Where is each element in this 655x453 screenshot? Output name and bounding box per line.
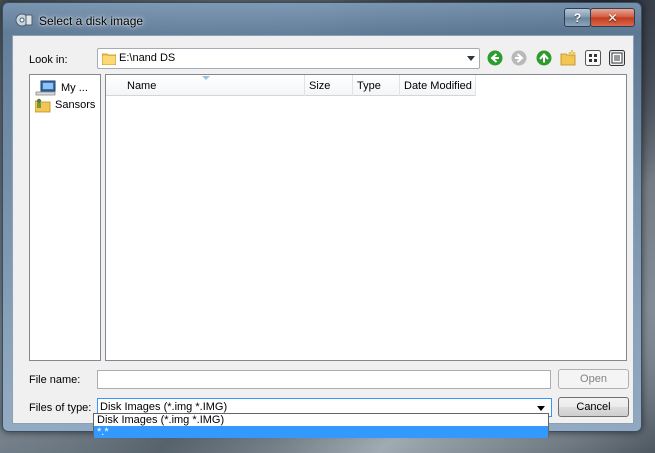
look-in-combobox[interactable]: E:\nand DS bbox=[97, 48, 480, 69]
list-view-icon[interactable] bbox=[585, 50, 601, 66]
column-label: Date Modified bbox=[404, 79, 472, 92]
sidebar-item-label: My ... bbox=[61, 82, 88, 94]
back-icon[interactable] bbox=[487, 50, 503, 66]
close-button[interactable]: ✕ bbox=[590, 8, 635, 27]
help-button[interactable]: ? bbox=[564, 8, 591, 27]
up-folder-icon[interactable] bbox=[536, 50, 552, 66]
sidebar-item-my-computer[interactable]: My ... bbox=[35, 80, 88, 96]
column-header-type[interactable]: Type bbox=[353, 75, 400, 96]
chevron-down-icon[interactable] bbox=[467, 56, 475, 61]
file-list[interactable]: Name Size Type Date Modified bbox=[105, 74, 627, 361]
file-name-label: File name: bbox=[29, 374, 81, 386]
column-label: Type bbox=[357, 79, 381, 92]
select-disk-image-dialog: Select a disk image ? ✕ Look in: E:\nand… bbox=[2, 2, 642, 432]
column-header-size[interactable]: Size bbox=[305, 75, 353, 96]
dropdown-option-all-files[interactable]: *.* bbox=[94, 426, 548, 438]
places-sidebar: My ... Sansors bbox=[29, 74, 101, 361]
look-in-label: Look in: bbox=[29, 54, 68, 66]
new-folder-icon[interactable] bbox=[560, 50, 576, 66]
column-header-name[interactable]: Name bbox=[106, 75, 305, 96]
look-in-value: E:\nand DS bbox=[119, 52, 176, 64]
files-of-type-label: Files of type: bbox=[29, 402, 92, 414]
column-header-date-modified[interactable]: Date Modified bbox=[400, 75, 476, 96]
detail-view-icon[interactable] bbox=[609, 50, 625, 66]
sort-indicator-icon bbox=[202, 76, 210, 80]
window-title: Select a disk image bbox=[39, 14, 144, 28]
files-of-type-value: Disk Images (*.img *.IMG) bbox=[100, 401, 228, 413]
sidebar-item-sansors[interactable]: Sansors bbox=[35, 97, 95, 113]
open-button[interactable]: Open bbox=[558, 369, 629, 389]
cancel-button[interactable]: Cancel bbox=[558, 397, 629, 417]
computer-icon bbox=[35, 80, 56, 96]
file-name-input[interactable] bbox=[97, 370, 551, 389]
column-label: Name bbox=[127, 79, 157, 92]
file-list-header: Name Size Type Date Modified bbox=[106, 75, 476, 96]
files-of-type-dropdown-list: Disk Images (*.img *.IMG) *.* bbox=[93, 413, 549, 438]
sidebar-item-label: Sansors bbox=[55, 99, 96, 111]
dropdown-option-disk-images[interactable]: Disk Images (*.img *.IMG) bbox=[94, 414, 548, 426]
dialog-body: Look in: E:\nand DS My ... Sansors Name … bbox=[12, 35, 634, 424]
column-label: Size bbox=[309, 79, 331, 92]
forward-icon[interactable] bbox=[511, 50, 527, 66]
chevron-down-icon[interactable] bbox=[537, 406, 545, 411]
app-icon bbox=[15, 13, 33, 27]
title-bar[interactable]: Select a disk image ? ✕ bbox=[3, 3, 641, 35]
folder-icon bbox=[102, 53, 116, 65]
user-folder-icon bbox=[35, 98, 51, 113]
